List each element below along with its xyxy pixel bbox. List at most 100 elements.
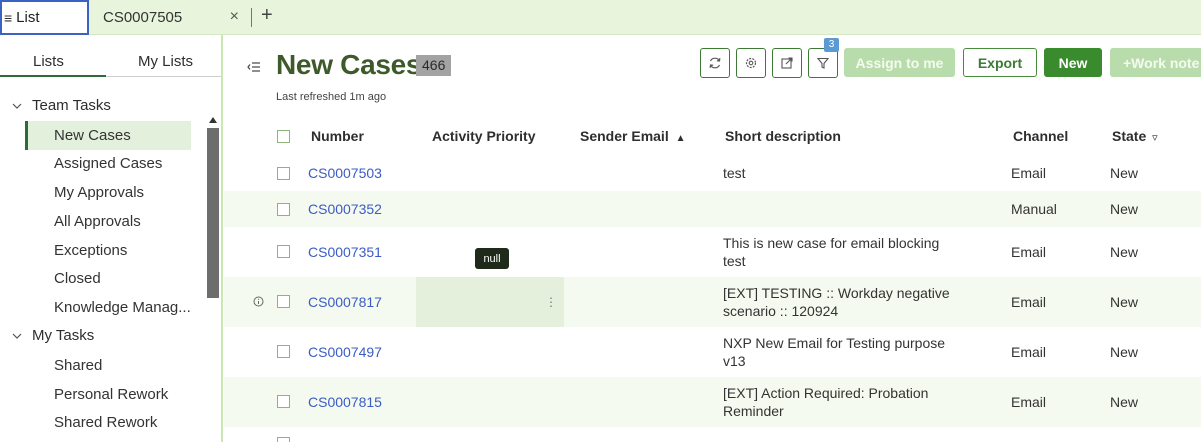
scroll-thumb[interactable]: [207, 128, 219, 298]
short-description: test: [723, 165, 746, 181]
chevron-down-icon: [12, 333, 22, 339]
last-refreshed-text: Last refreshed 1m ago: [276, 91, 387, 103]
tab-separator: [251, 8, 252, 27]
row-checkbox[interactable]: [277, 437, 290, 442]
column-header-short-description[interactable]: Short description: [725, 128, 841, 144]
tab-divider: [106, 76, 221, 77]
left-panel-tabs: Lists My Lists: [0, 47, 221, 77]
more-options-icon[interactable]: ⋮: [545, 295, 557, 309]
page-title: New Cases: [276, 49, 422, 80]
channel-cell: Email: [1011, 344, 1047, 360]
filter-button[interactable]: [808, 48, 838, 78]
sidebar-item-shared-rework[interactable]: Shared Rework: [25, 408, 191, 437]
add-tab-button[interactable]: +: [261, 4, 273, 27]
info-icon[interactable]: [253, 296, 264, 307]
tab-bar: ≡ List CS0007505 × +: [0, 0, 1201, 35]
chevron-down-icon: [12, 103, 22, 109]
sidebar-item-personal-rework[interactable]: Personal Rework: [25, 380, 191, 409]
close-icon[interactable]: ×: [230, 8, 239, 26]
short-description-line-2: test: [723, 253, 746, 269]
state-cell: New: [1110, 165, 1139, 181]
table-row[interactable]: CS0007352 Manual New: [224, 191, 1201, 227]
channel-cell: Email: [1011, 165, 1047, 181]
row-checkbox[interactable]: [277, 295, 290, 308]
case-number-link[interactable]: CS0007497: [308, 343, 382, 361]
left-panel: Lists My Lists Team Tasks New Cases Assi…: [0, 35, 223, 442]
state-cell: New: [1110, 244, 1139, 260]
state-cell: New: [1110, 394, 1139, 410]
refresh-button[interactable]: [700, 48, 730, 78]
column-header-activity-priority[interactable]: Activity Priority: [432, 128, 535, 144]
short-description-line-2: v13: [723, 353, 746, 369]
row-checkbox[interactable]: [277, 245, 290, 258]
sidebar-item-assigned-cases[interactable]: Assigned Cases: [25, 149, 191, 178]
case-number-link[interactable]: CS0007817: [308, 293, 382, 311]
case-number-link[interactable]: CS0007351: [308, 243, 382, 261]
case-number-link[interactable]: CS0007503: [308, 164, 382, 182]
sidebar-item-new-cases[interactable]: New Cases: [25, 121, 191, 150]
sidebar-item-shared[interactable]: Shared: [25, 351, 191, 380]
channel-cell: Email: [1011, 394, 1047, 410]
table-row[interactable]: CS0007497 NXP New Email for Testing purp…: [224, 327, 1201, 377]
scroll-up-arrow-icon[interactable]: [209, 117, 217, 123]
assign-to-me-button[interactable]: Assign to me: [844, 48, 955, 77]
column-header-number[interactable]: Number: [311, 128, 364, 144]
select-all-checkbox[interactable]: [277, 130, 290, 143]
sort-ascending-icon: ▲: [675, 133, 686, 144]
settings-button[interactable]: [736, 48, 766, 78]
case-number-link[interactable]: CS0007352: [308, 200, 382, 218]
tab-list-label: List: [16, 9, 40, 26]
column-header-channel[interactable]: Channel: [1013, 128, 1068, 144]
column-header-state[interactable]: State ▿: [1112, 128, 1158, 144]
row-checkbox[interactable]: [277, 395, 290, 408]
state-cell: New: [1110, 201, 1139, 217]
group-team-tasks[interactable]: Team Tasks: [12, 97, 111, 114]
filter-icon: [816, 57, 830, 69]
tab-list[interactable]: ≡ List: [0, 0, 89, 35]
tab-lists[interactable]: Lists: [33, 53, 64, 70]
table-row[interactable]: CS0007817 ⋮ [EXT] TESTING :: Workday neg…: [224, 277, 1201, 327]
table-row-partial[interactable]: [224, 431, 1201, 442]
row-checkbox[interactable]: [277, 203, 290, 216]
column-header-sender-email[interactable]: Sender Email ▲: [580, 128, 686, 144]
export-button[interactable]: Export: [963, 48, 1037, 77]
sidebar-scrollbar[interactable]: [206, 115, 220, 442]
share-icon: [781, 57, 793, 69]
short-description-line-2: Reminder: [723, 403, 784, 419]
active-tab-indicator: [0, 75, 106, 77]
hamburger-icon: ≡: [4, 9, 13, 26]
row-checkbox[interactable]: [277, 167, 290, 180]
short-description-line-1: [EXT] TESTING :: Workday negative: [723, 285, 950, 301]
column-header-label: State: [1112, 128, 1147, 144]
state-cell: New: [1110, 294, 1139, 310]
sidebar-item-closed[interactable]: Closed: [25, 264, 191, 293]
sidebar-item-my-approvals[interactable]: My Approvals: [25, 178, 191, 207]
state-cell: New: [1110, 344, 1139, 360]
channel-cell: Manual: [1011, 201, 1057, 217]
work-note-button[interactable]: +Work note: [1110, 48, 1201, 77]
sidebar-item-all-approvals[interactable]: All Approvals: [25, 207, 191, 236]
column-header-label: Sender Email: [580, 128, 669, 144]
main-content: New Cases 466 Last refreshed 1m ago 3 As…: [224, 35, 1201, 442]
filter-count-badge: 3: [824, 38, 839, 52]
table-row[interactable]: CS0007815 [EXT] Action Required: Probati…: [224, 377, 1201, 427]
row-checkbox[interactable]: [277, 345, 290, 358]
filter-icon: ▿: [1152, 132, 1158, 144]
new-button[interactable]: New: [1044, 48, 1102, 77]
sidebar-item-knowledge[interactable]: Knowledge Manag...: [25, 293, 191, 322]
sidebar-item-exceptions[interactable]: Exceptions: [25, 236, 191, 265]
tab-my-lists[interactable]: My Lists: [138, 53, 193, 70]
gear-icon: [745, 57, 757, 69]
tab-case[interactable]: CS0007505 ×: [89, 0, 249, 35]
group-label: Team Tasks: [32, 97, 111, 114]
case-number-link[interactable]: CS0007815: [308, 393, 382, 411]
group-my-tasks[interactable]: My Tasks: [12, 327, 94, 344]
tab-case-label: CS0007505: [103, 9, 183, 26]
cell-tooltip: null: [475, 248, 509, 269]
collapse-sidebar-icon[interactable]: [247, 61, 261, 73]
activity-priority-cell[interactable]: ⋮: [416, 277, 564, 327]
channel-cell: Email: [1011, 244, 1047, 260]
share-button[interactable]: [772, 48, 802, 78]
table-row[interactable]: CS0007351 This is new case for email blo…: [224, 227, 1201, 277]
table-row[interactable]: CS0007503 test Email New: [224, 155, 1201, 191]
